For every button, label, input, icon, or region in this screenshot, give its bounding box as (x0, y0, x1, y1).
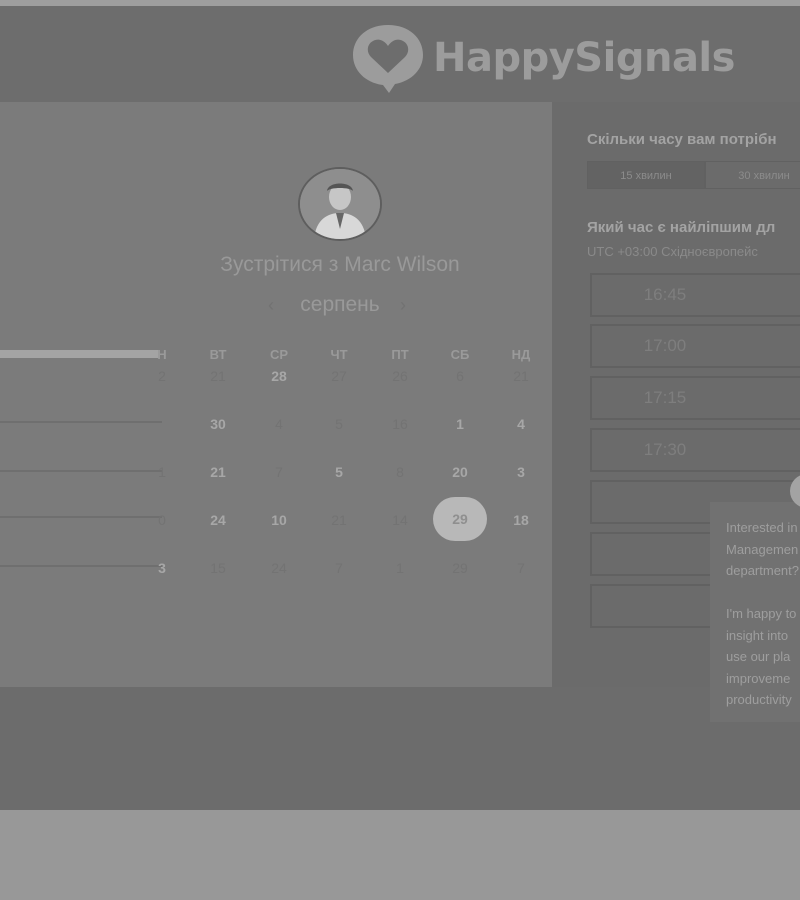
calendar-day: 8 (396, 464, 404, 480)
chat-line (726, 582, 800, 604)
calendar-day[interactable]: 1 (440, 416, 480, 432)
time-slot[interactable]: 16:45 (590, 273, 800, 317)
calendar-day: 6 (456, 368, 464, 384)
time-slot[interactable]: 17:00 (590, 324, 800, 368)
calendar-day[interactable]: 28 (259, 368, 299, 384)
calendar-day: 15 (210, 560, 226, 576)
month-navigation: ‹ серпень › (260, 293, 420, 321)
weekday-label: ВТ (209, 347, 227, 362)
chat-line: Interested in (726, 520, 798, 535)
calendar-day: 7 (275, 464, 283, 480)
duration-question: Скільки часу вам потрібн (587, 131, 777, 148)
bottom-band (0, 687, 800, 810)
time-slot[interactable]: 17:30 (590, 428, 800, 472)
weekday-label: НД (511, 347, 531, 362)
heart-speech-bubble-icon (353, 25, 423, 93)
calendar-day: 26 (392, 368, 408, 384)
chat-line: I'm happy to (726, 606, 797, 621)
chat-line: improveme (726, 670, 791, 686)
calendar-day: 21 (513, 368, 529, 384)
avatar (298, 167, 382, 241)
chat-line: productivity (726, 692, 792, 707)
calendar-day[interactable]: 4 (501, 416, 541, 432)
calendar-day: 7 (517, 560, 525, 576)
brand-logo[interactable]: HappySignals (349, 20, 735, 96)
calendar-day[interactable]: 18 (501, 512, 541, 528)
calendar-day[interactable]: 30 (198, 416, 238, 432)
calendar-day[interactable]: 24 (198, 512, 238, 528)
divider (0, 470, 162, 472)
meeting-title: Зустрітися з Marc Wilson (220, 253, 460, 276)
time-slot-label: 17:00 (643, 336, 687, 355)
divider (0, 516, 162, 518)
time-slot-label: 17:15 (643, 388, 687, 407)
weekday-label: СБ (450, 347, 470, 362)
calendar-day: 21 (210, 368, 226, 384)
calendar-day: 4 (275, 416, 283, 432)
weekday-label: СР (269, 347, 289, 362)
calendar-day: 2 (158, 368, 166, 384)
person-portrait-icon (300, 169, 380, 239)
calendar-day: 24 (271, 560, 287, 576)
calendar-day: 1 (396, 560, 404, 576)
divider (0, 565, 162, 567)
chat-line: department? (726, 563, 799, 578)
next-month-icon[interactable]: › (400, 295, 406, 316)
calendar-day: 0 (158, 512, 166, 528)
weekday-label: Н (157, 347, 167, 362)
chat-line: use our pla (726, 649, 791, 664)
calendar-day: 16 (392, 416, 408, 432)
calendar-day[interactable]: 3 (501, 464, 541, 480)
calendar-day[interactable]: 21 (198, 464, 238, 480)
calendar-day: 21 (331, 512, 347, 528)
calendar-day-selected[interactable]: 29 (433, 497, 487, 541)
header: HappySignals (0, 6, 800, 102)
calendar-day: 5 (335, 416, 343, 432)
duration-option-15[interactable]: 15 хвилин (587, 161, 705, 189)
scheduler-left-panel (0, 102, 552, 687)
calendar-day[interactable]: 10 (259, 512, 299, 528)
calendar-day[interactable]: 20 (440, 464, 480, 480)
time-slot[interactable]: 17:15 (590, 376, 800, 420)
chat-line: insight into (726, 627, 789, 643)
progress-bar (0, 350, 160, 358)
time-slot-label: 17:30 (643, 440, 687, 459)
calendar-day: 27 (331, 368, 347, 384)
weekday-label: ЧТ (330, 347, 348, 362)
calendar-day[interactable]: 5 (319, 464, 359, 480)
page: HappySignals Зустрітися з Marc Wilson ‹ … (0, 0, 800, 900)
duration-option-30[interactable]: 30 хвилин (705, 161, 800, 189)
calendar-day[interactable]: 3 (142, 560, 182, 576)
divider (0, 421, 162, 423)
calendar-day: 1 (158, 464, 166, 480)
chat-message: Interested in Managemen department? I'm … (726, 517, 800, 711)
time-question: Який час є найліпшим дл (587, 219, 776, 236)
calendar-day: 14 (392, 512, 408, 528)
calendar-day: 7 (335, 560, 343, 576)
month-label: серпень (300, 293, 380, 316)
time-slot-label: 16:45 (643, 285, 687, 304)
brand-name: HappySignals (433, 35, 735, 81)
timezone-label[interactable]: UTC +03:00 Східноєвропейс (587, 244, 758, 259)
chat-line: Managemen (726, 541, 799, 557)
calendar-day: 29 (452, 560, 468, 576)
footer-area (0, 810, 800, 900)
duration-tabs: 15 хвилин 30 хвилин (587, 161, 800, 189)
weekday-label: ПТ (391, 347, 409, 362)
